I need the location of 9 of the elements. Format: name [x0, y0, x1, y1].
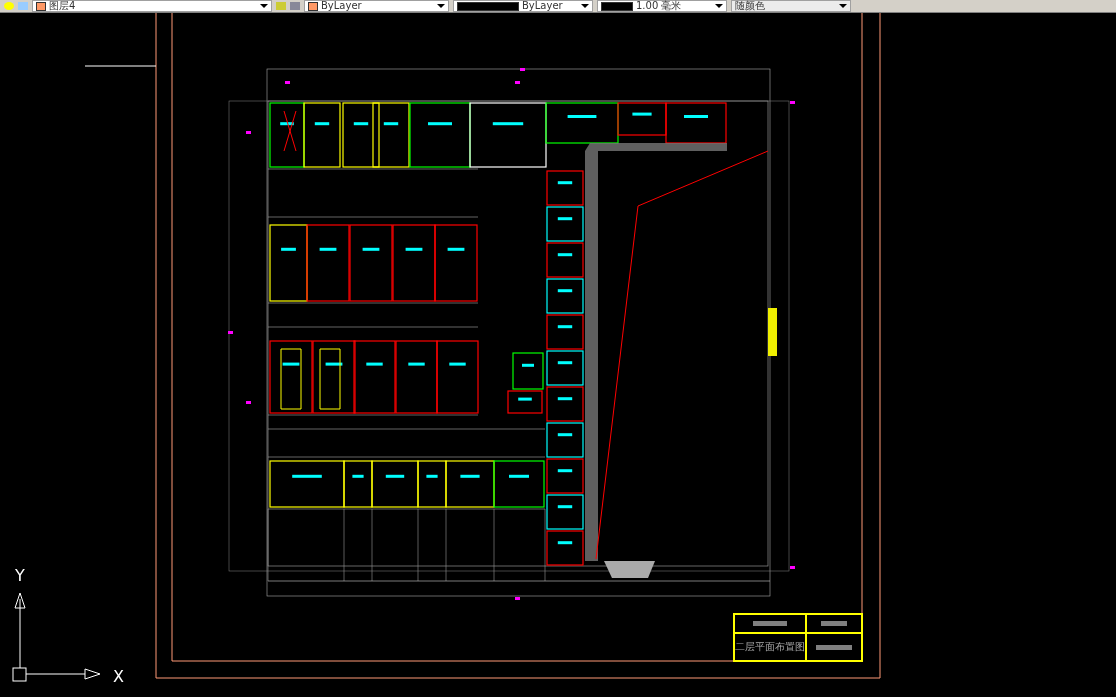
lineweight-dropdown[interactable]: 1.00 毫米	[597, 0, 727, 12]
linetype-dropdown[interactable]: ByLayer	[453, 0, 593, 12]
drawing-title: 二层平面布置图	[735, 640, 805, 654]
ucs-axis-icon	[12, 592, 101, 682]
plot-style-dropdown[interactable]: 随颜色	[731, 0, 851, 12]
layer-dropdown[interactable]: 图层4	[32, 0, 272, 12]
color-dropdown[interactable]: ByLayer	[304, 0, 449, 12]
x-axis-label: X	[113, 667, 124, 686]
y-axis-label: Y	[15, 566, 25, 585]
